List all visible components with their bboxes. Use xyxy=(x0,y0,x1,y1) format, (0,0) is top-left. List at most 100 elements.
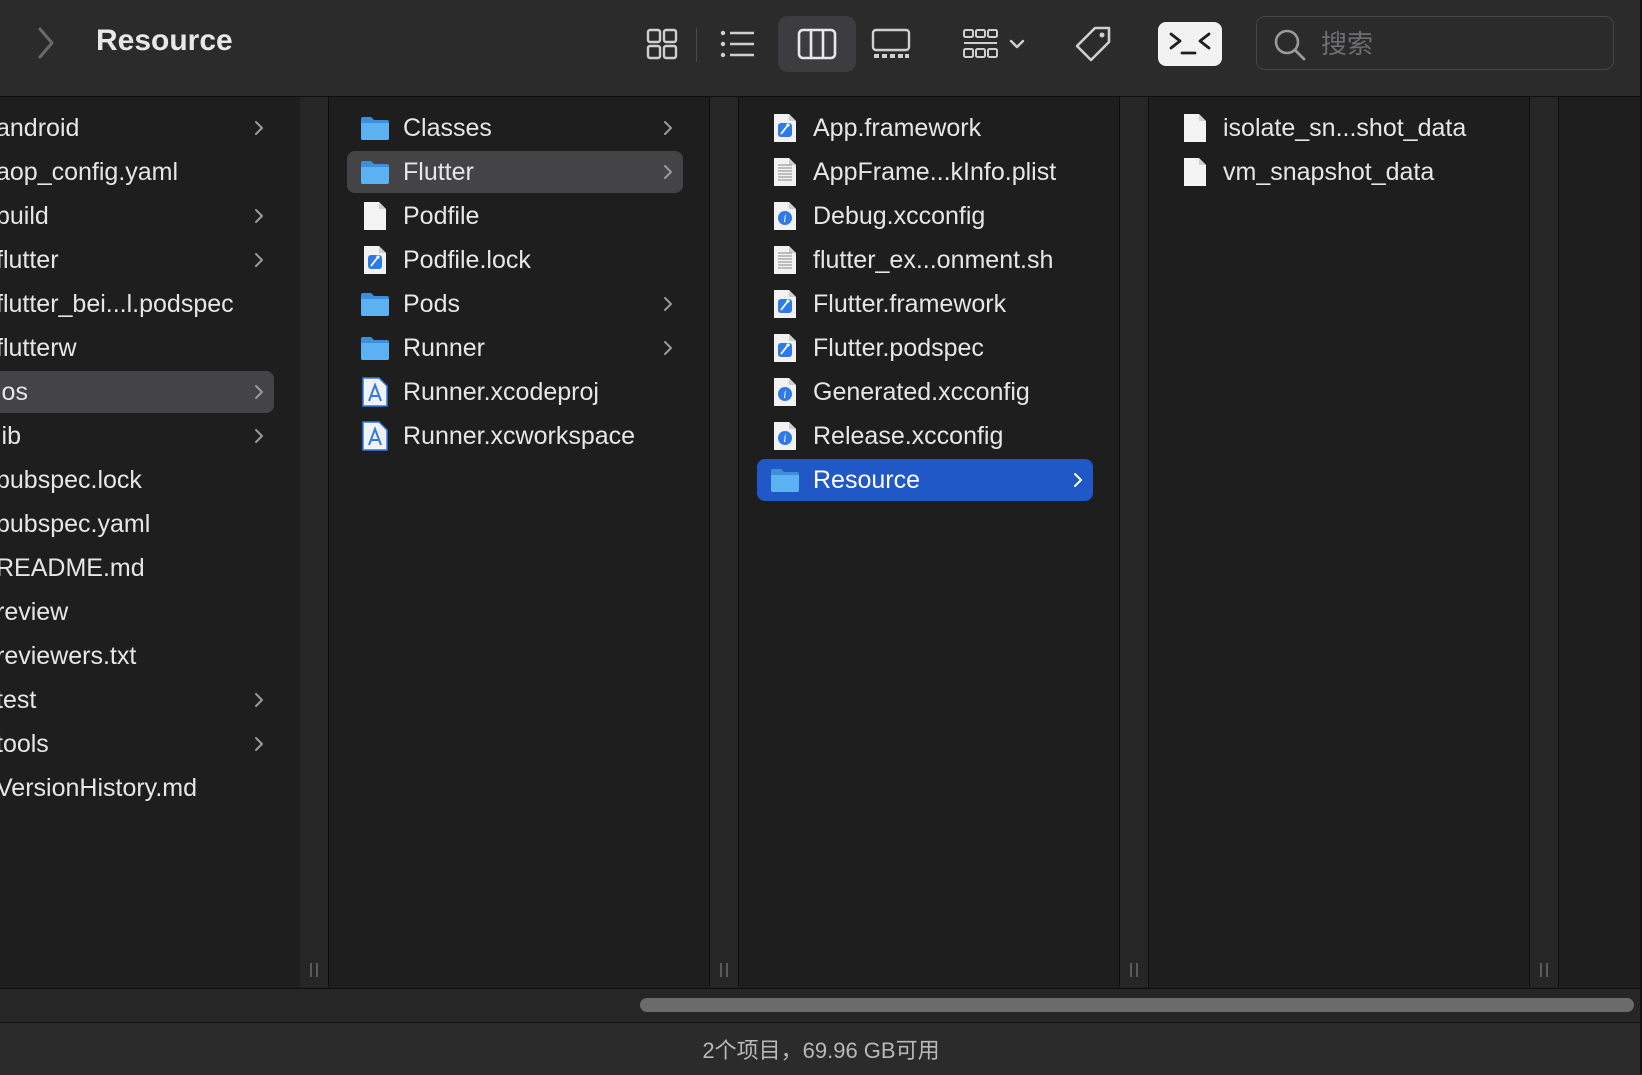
file-name: README.md xyxy=(0,553,145,582)
chevron-right-icon xyxy=(664,297,672,311)
file-row[interactable]: App.framework xyxy=(757,107,1093,149)
chevron-right-icon xyxy=(255,253,263,267)
plist-icon xyxy=(769,156,801,188)
chevron-right-icon xyxy=(1074,473,1082,487)
file-row[interactable]: reviewers.txt xyxy=(0,635,274,677)
file-name: android xyxy=(0,113,80,142)
chevron-right-icon xyxy=(664,341,672,355)
file-row[interactable]: Flutter.podspec xyxy=(757,327,1093,369)
file-row[interactable]: README.md xyxy=(0,547,274,589)
document-icon xyxy=(359,200,391,232)
column-divider[interactable] xyxy=(710,97,739,987)
file-row[interactable]: review xyxy=(0,591,274,633)
column-4[interactable]: isolate_sn...shot_data vm_snapshot_data xyxy=(1149,97,1559,987)
column-divider[interactable] xyxy=(1120,97,1149,987)
file-row[interactable]: pubspec.yaml xyxy=(0,503,274,545)
column-resize-handle[interactable] xyxy=(717,963,731,977)
group-by-icon xyxy=(963,29,998,58)
column-1[interactable]: android aop_config.yamlbuild flutter flutte… xyxy=(0,97,329,987)
file-name: Flutter.podspec xyxy=(813,333,984,362)
file-row[interactable]: Runner.xcworkspace xyxy=(347,415,683,457)
file-name: review xyxy=(0,597,69,626)
file-name: Resource xyxy=(813,465,920,494)
terminal-icon xyxy=(1169,32,1211,55)
file-name: VersionHistory.md xyxy=(0,773,197,802)
xcode-file-icon xyxy=(769,288,801,320)
folder-icon xyxy=(359,156,391,188)
file-row[interactable]: isolate_sn...shot_data xyxy=(1167,107,1503,149)
file-row[interactable]: flutter xyxy=(0,239,274,281)
xcode-file-icon xyxy=(359,244,391,276)
file-row[interactable]: Pods xyxy=(347,283,683,325)
file-row[interactable]: Podfile xyxy=(347,195,683,237)
file-name: Pods xyxy=(403,289,460,318)
chevron-right-icon xyxy=(255,121,263,135)
xcode-file-icon xyxy=(769,112,801,144)
svg-text:i: i xyxy=(783,434,786,445)
file-row[interactable]: aop_config.yaml xyxy=(0,151,274,193)
grid-view-button[interactable] xyxy=(640,16,684,72)
file-name: lib xyxy=(0,421,22,450)
file-name: Flutter xyxy=(403,157,474,186)
file-row[interactable]: Resource xyxy=(757,459,1093,501)
file-name: flutter_bei...l.podspec xyxy=(0,289,234,318)
column-view-button[interactable] xyxy=(778,16,856,72)
list-view-button[interactable] xyxy=(714,16,762,72)
file-name: Podfile.lock xyxy=(403,245,531,274)
file-name: App.framework xyxy=(813,113,982,142)
grid-view-icon xyxy=(646,28,678,60)
file-name: Classes xyxy=(403,113,492,142)
back-chevron-icon[interactable] xyxy=(36,26,56,60)
file-row[interactable]: flutter_ex...onment.sh xyxy=(757,239,1093,281)
horizontal-scroll-thumb[interactable] xyxy=(640,998,1634,1012)
file-name: isolate_sn...shot_data xyxy=(1223,113,1467,142)
document-icon xyxy=(1179,112,1211,144)
file-row[interactable]: Flutter xyxy=(347,151,683,193)
file-name: build xyxy=(0,201,49,230)
file-row[interactable]: Runner xyxy=(347,327,683,369)
file-row[interactable]: Flutter.framework xyxy=(757,283,1093,325)
column-resize-handle[interactable] xyxy=(1127,963,1141,977)
file-name: pubspec.lock xyxy=(0,465,142,494)
toolbar-separator xyxy=(696,28,697,62)
file-row[interactable]: android xyxy=(0,107,274,149)
search-input[interactable] xyxy=(1319,25,1603,63)
column-2[interactable]: Classes Flutter Podfile Podfile.lock Pods Run… xyxy=(329,97,739,987)
file-row[interactable]: flutterw xyxy=(0,327,274,369)
file-row[interactable]: Podfile.lock xyxy=(347,239,683,281)
group-by-button[interactable] xyxy=(956,16,1032,72)
file-row[interactable]: pubspec.lock xyxy=(0,459,274,501)
file-row[interactable]: build xyxy=(0,195,274,237)
xcodeproj-icon xyxy=(359,420,391,452)
file-row[interactable]: AppFrame...kInfo.plist xyxy=(757,151,1093,193)
file-name: reviewers.txt xyxy=(0,641,137,670)
file-row[interactable]: tools xyxy=(0,723,274,765)
file-row[interactable]: VersionHistory.md xyxy=(0,767,274,809)
file-row[interactable]: i Generated.xcconfig xyxy=(757,371,1093,413)
column-resize-handle[interactable] xyxy=(1537,963,1551,977)
file-name: Debug.xcconfig xyxy=(813,201,986,230)
file-name: flutter xyxy=(0,245,59,274)
file-row[interactable]: i Debug.xcconfig xyxy=(757,195,1093,237)
terminal-button[interactable] xyxy=(1158,22,1222,66)
file-row[interactable]: i Release.xcconfig xyxy=(757,415,1093,457)
search-box[interactable] xyxy=(1256,16,1614,70)
file-row[interactable]: test xyxy=(0,679,274,721)
column-divider[interactable] xyxy=(300,97,329,987)
folder-icon xyxy=(359,332,391,364)
file-row[interactable]: ios xyxy=(0,371,274,413)
file-name: Runner.xcworkspace xyxy=(403,421,636,450)
tag-icon xyxy=(1075,26,1111,62)
column-divider[interactable] xyxy=(1530,97,1559,987)
column-resize-handle[interactable] xyxy=(307,963,321,977)
file-row[interactable]: vm_snapshot_data xyxy=(1167,151,1503,193)
file-row[interactable]: Classes xyxy=(347,107,683,149)
gallery-view-button[interactable] xyxy=(868,16,914,72)
folder-icon xyxy=(359,112,391,144)
tag-button[interactable] xyxy=(1070,16,1116,72)
file-name: flutter_ex...onment.sh xyxy=(813,245,1054,274)
file-row[interactable]: flutter_bei...l.podspec xyxy=(0,283,274,325)
file-row[interactable]: lib xyxy=(0,415,274,457)
file-row[interactable]: Runner.xcodeproj xyxy=(347,371,683,413)
column-3[interactable]: App.framework AppFrame...kInfo.plist i Debu… xyxy=(739,97,1149,987)
